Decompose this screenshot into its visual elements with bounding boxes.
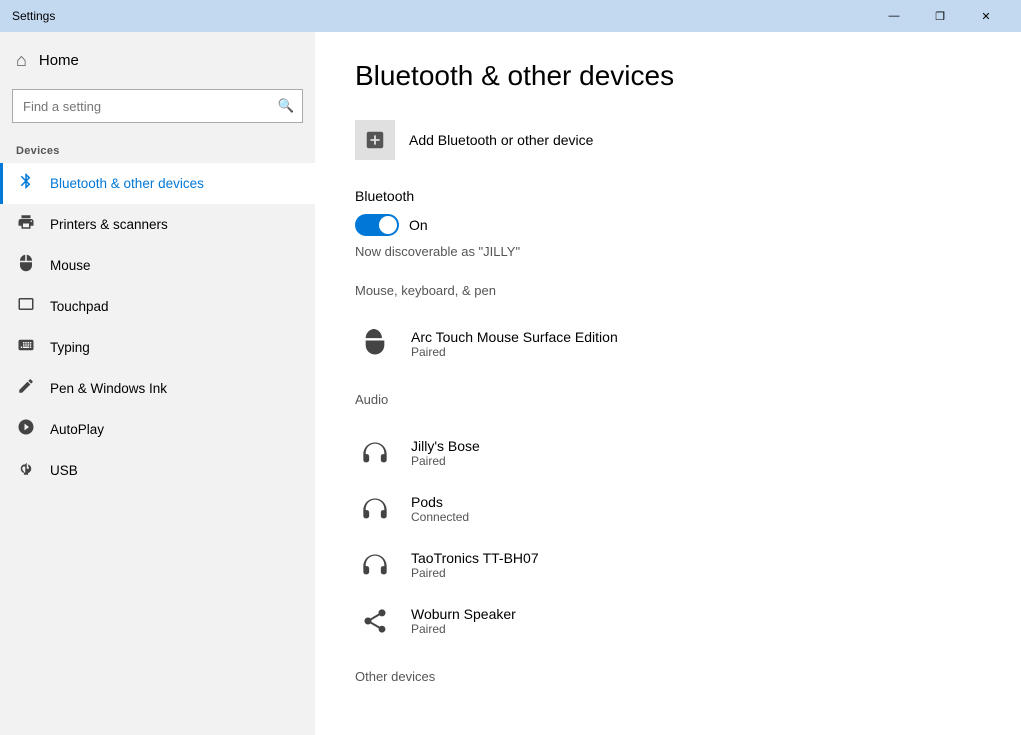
touchpad-icon [16,295,36,318]
sidebar-item-pen-label: Pen & Windows Ink [50,381,167,396]
bluetooth-icon [16,172,36,195]
sidebar-item-autoplay-label: AutoPlay [50,422,104,437]
add-icon [355,120,395,160]
audio-section-title: Audio [355,392,981,411]
arc-touch-mouse-info: Arc Touch Mouse Surface Edition Paired [411,329,618,359]
devices-section-label: Devices [0,131,315,163]
bluetooth-section: Bluetooth On Now discoverable as "JILLY" [355,188,981,259]
taotronics-status: Paired [411,566,539,580]
mouse-section-title: Mouse, keyboard, & pen [355,283,981,302]
mouse-icon [16,254,36,277]
jillys-bose-status: Paired [411,454,480,468]
sidebar-item-bluetooth-label: Bluetooth & other devices [50,176,204,191]
sidebar-item-printers-label: Printers & scanners [50,217,168,232]
sidebar-item-mouse[interactable]: Mouse [0,245,315,286]
sidebar-item-pen[interactable]: Pen & Windows Ink [0,368,315,409]
sidebar-item-typing[interactable]: Typing [0,327,315,368]
sidebar-item-mouse-label: Mouse [50,258,91,273]
sidebar-home[interactable]: ⌂ Home [0,40,315,81]
main-content: Bluetooth & other devices Add Bluetooth … [315,32,1021,735]
other-section-title: Other devices [355,669,981,688]
toggle-label: On [409,217,428,233]
other-devices-section: Other devices [355,669,981,688]
sidebar-item-autoplay[interactable]: AutoPlay [0,409,315,450]
sidebar-item-touchpad[interactable]: Touchpad [0,286,315,327]
sidebar: ⌂ Home 🔍 Devices Bluetooth & other devic… [0,32,315,735]
sidebar-home-label: Home [39,52,79,69]
toggle-knob [379,216,397,234]
taotronics-info: TaoTronics TT-BH07 Paired [411,550,539,580]
minimize-button[interactable]: — [871,0,917,32]
arc-touch-mouse-name: Arc Touch Mouse Surface Edition [411,329,618,345]
woburn-speaker-status: Paired [411,622,516,636]
add-device-button[interactable]: Add Bluetooth or other device [355,120,981,160]
list-item[interactable]: Jilly's Bose Paired [355,425,981,481]
headphones-icon-2 [355,489,395,529]
page-title: Bluetooth & other devices [355,60,981,92]
maximize-button[interactable]: ❐ [917,0,963,32]
list-item[interactable]: Woburn Speaker Paired [355,593,981,649]
mouse-device-icon [355,324,395,364]
search-box: 🔍 [12,89,303,123]
bluetooth-label: Bluetooth [355,188,981,204]
jillys-bose-info: Jilly's Bose Paired [411,438,480,468]
headphones-icon-1 [355,433,395,473]
list-item[interactable]: Pods Connected [355,481,981,537]
search-button[interactable]: 🔍 [270,90,302,122]
audio-section: Audio Jilly's Bose Paired Pods Connect [355,392,981,649]
close-button[interactable]: ✕ [963,0,1009,32]
app-body: ⌂ Home 🔍 Devices Bluetooth & other devic… [0,32,1021,735]
typing-icon [16,336,36,359]
autoplay-icon [16,418,36,441]
arc-touch-mouse-status: Paired [411,345,618,359]
sidebar-item-touchpad-label: Touchpad [50,299,109,314]
add-device-label: Add Bluetooth or other device [409,132,593,148]
speaker-icon [355,601,395,641]
search-input[interactable] [13,93,270,120]
sidebar-item-bluetooth[interactable]: Bluetooth & other devices [0,163,315,204]
toggle-row: On [355,214,981,236]
sidebar-item-usb[interactable]: USB [0,450,315,491]
titlebar: Settings — ❐ ✕ [0,0,1021,32]
sidebar-item-typing-label: Typing [50,340,90,355]
pods-info: Pods Connected [411,494,469,524]
home-icon: ⌂ [16,50,27,71]
app-title: Settings [12,9,55,23]
sidebar-item-printers[interactable]: Printers & scanners [0,204,315,245]
discoverable-text: Now discoverable as "JILLY" [355,244,981,259]
bluetooth-toggle[interactable] [355,214,399,236]
pods-name: Pods [411,494,469,510]
taotronics-name: TaoTronics TT-BH07 [411,550,539,566]
jillys-bose-name: Jilly's Bose [411,438,480,454]
printer-icon [16,213,36,236]
list-item[interactable]: Arc Touch Mouse Surface Edition Paired [355,316,981,372]
window-controls: — ❐ ✕ [871,0,1009,32]
mouse-keyboard-section: Mouse, keyboard, & pen Arc Touch Mouse S… [355,283,981,372]
sidebar-item-usb-label: USB [50,463,78,478]
list-item[interactable]: TaoTronics TT-BH07 Paired [355,537,981,593]
pods-status: Connected [411,510,469,524]
woburn-speaker-info: Woburn Speaker Paired [411,606,516,636]
headphones-icon-3 [355,545,395,585]
woburn-speaker-name: Woburn Speaker [411,606,516,622]
usb-icon [16,459,36,482]
pen-icon [16,377,36,400]
